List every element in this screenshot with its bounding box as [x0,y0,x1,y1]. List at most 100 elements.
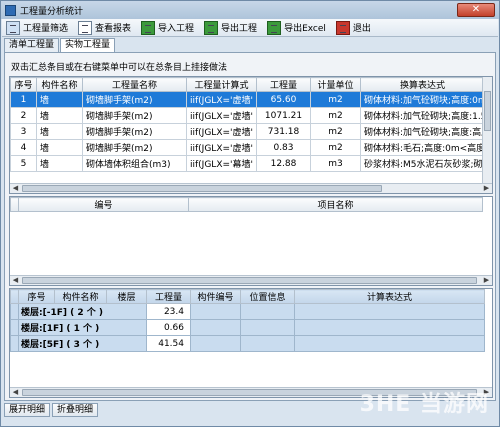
row-header-corner [10,197,19,212]
col-header-component[interactable]: 构件名称 [54,289,107,304]
cell-formula: iif(JGLX='幕墙' o [186,155,257,172]
export-button[interactable]: 导出工程 [204,20,257,36]
cell-quantity: 65.60 [256,91,311,108]
cell-index: 2 [10,107,37,124]
col-header-floor[interactable]: 楼层 [106,289,147,304]
cell-component-code [190,303,241,320]
exit-label: 退出 [352,24,371,34]
col-header-quantity-name[interactable]: 工程量名称 [82,77,187,92]
col-header-quantity[interactable]: 工程量 [146,289,191,304]
cell-unit: m2 [310,91,361,108]
cell-location [240,335,295,352]
col-header-unit[interactable]: 计量单位 [310,77,361,92]
quantity-grid-header: 序号 构件名称 工程量名称 工程量计算式 工程量 计量单位 换算表达式 [10,77,485,92]
scroll-left-icon[interactable]: ◀ [11,276,20,285]
item-grid-hscroll[interactable]: ◀ ▶ [10,275,492,285]
scroll-right-icon[interactable]: ▶ [482,184,491,193]
cell-quantity: 731.18 [256,123,311,140]
close-button[interactable]: ✕ [457,3,495,17]
cell-expression [294,335,485,352]
table-row[interactable]: 4 墙 砌墙脚手架(m2) iif(JGLX='虚墙' o 0.83 m2 砌体… [10,139,485,156]
tab-physical-quantity[interactable]: 实物工程量 [60,38,116,52]
cell-component: 墙 [36,139,83,156]
col-header-index[interactable]: 序号 [18,289,55,304]
hint-text: 双击汇总条目或在右键菜单中可以在总条目上挂接做法 [11,63,228,73]
import-label: 导入工程 [158,24,195,34]
cell-conversion: 砌体材料:加气砼砌块;高度:高度> [360,123,485,140]
quantity-grid-hscroll[interactable]: ◀ ▶ [10,183,492,193]
report-button[interactable]: 查看报表 [78,20,131,36]
row-indicator [10,319,19,336]
exit-icon [335,20,350,35]
excel-icon [267,20,282,35]
table-row[interactable]: 3 墙 砌墙脚手架(m2) iif(JGLX='虚墙' o 731.18 m2 … [10,123,485,140]
floor-group-quantity: 41.54 [146,335,191,352]
report-label: 查看报表 [95,24,132,34]
cell-index: 4 [10,139,37,156]
export-label: 导出工程 [221,24,258,34]
vscroll-thumb[interactable] [484,91,491,131]
item-grid: 编号 项目名称 ◀ ▶ [9,196,493,286]
hscroll-thumb[interactable] [22,277,477,284]
cell-conversion: 砌体材料:加气砼砌块;高度:0m< [360,91,485,108]
floor-detail-grid: 序号 构件名称 楼层 工程量 构件编号 位置信息 计算表达式 楼层:[-1F] … [9,288,493,398]
cell-formula: iif(JGLX='虚墙' o [186,139,257,156]
row-indicator [10,335,19,352]
floor-grid-header: 序号 构件名称 楼层 工程量 构件编号 位置信息 计算表达式 [10,289,485,304]
cell-component: 墙 [36,155,83,172]
col-header-index[interactable]: 序号 [10,77,37,92]
cell-quantity: 1071.21 [256,107,311,124]
table-row[interactable]: 2 墙 砌墙脚手架(m2) iif(JGLX='虚墙' o 1071.21 m2… [10,107,485,124]
cell-component-code [190,335,241,352]
cell-quantity-name: 砌体墙体积组合(m3) [82,155,187,172]
col-header-component[interactable]: 构件名称 [36,77,83,92]
col-header-project-name[interactable]: 项目名称 [188,197,483,212]
col-header-location[interactable]: 位置信息 [240,289,295,304]
title-bar: 工程量分析统计 ✕ [1,1,499,19]
tab-bill-quantity[interactable]: 清单工程量 [4,38,60,52]
floor-group-row[interactable]: 楼层:[-1F] ( 2 个 ) 23.4 [10,303,485,320]
cell-component: 墙 [36,91,83,108]
cell-quantity: 12.88 [256,155,311,172]
expand-details-button[interactable]: 展开明细 [4,403,51,417]
col-header-quantity[interactable]: 工程量 [256,77,311,92]
floor-group-row[interactable]: 楼层:[5F] ( 3 个 ) 41.54 [10,335,485,352]
scroll-left-icon[interactable]: ◀ [11,184,20,193]
toolbar: 工程量筛选 查看报表 导入工程 导出工程 导出Excel 退出 [2,19,498,37]
floor-group-label: 楼层:[-1F] ( 2 个 ) [18,303,147,320]
cell-index: 5 [10,155,37,172]
app-icon [5,4,16,16]
cell-quantity-name: 砌墙脚手架(m2) [82,139,187,156]
col-header-formula[interactable]: 工程量计算式 [186,77,257,92]
col-header-code[interactable]: 编号 [18,197,189,212]
cell-component-code [190,319,241,336]
cell-quantity-name: 砌墙脚手架(m2) [82,107,187,124]
window-title: 工程量分析统计 [20,6,84,17]
hscroll-thumb[interactable] [22,185,382,192]
quantity-grid: 序号 构件名称 工程量名称 工程量计算式 工程量 计量单位 换算表达式 1 墙 … [9,76,493,194]
table-row[interactable]: 1 墙 砌墙脚手架(m2) iif(JGLX='虚墙' o 65.60 m2 砌… [10,91,485,108]
cell-unit: m2 [310,123,361,140]
col-header-expression[interactable]: 计算表达式 [294,289,485,304]
exit-button[interactable]: 退出 [335,20,371,36]
col-header-conversion[interactable]: 换算表达式 [360,77,485,92]
cell-component: 墙 [36,123,83,140]
filter-button[interactable]: 工程量筛选 [6,20,68,36]
table-row[interactable]: 5 墙 砌体墙体积组合(m3) iif(JGLX='幕墙' o 12.88 m3… [10,155,485,172]
cell-unit: m2 [310,107,361,124]
report-icon [78,20,93,35]
collapse-details-button[interactable]: 折叠明细 [52,403,99,417]
cell-formula: iif(JGLX='虚墙' o [186,123,257,140]
cell-component: 墙 [36,107,83,124]
cell-conversion: 砌体材料:毛石;高度:0m<高度<= [360,139,485,156]
import-button[interactable]: 导入工程 [141,20,194,36]
cell-quantity-name: 砌墙脚手架(m2) [82,123,187,140]
scroll-right-icon[interactable]: ▶ [482,276,491,285]
floor-group-row[interactable]: 楼层:[1F] ( 1 个 ) 0.66 [10,319,485,336]
filter-label: 工程量筛选 [23,24,69,34]
quantity-grid-vscroll[interactable] [482,77,492,183]
export-excel-button[interactable]: 导出Excel [267,20,326,36]
scroll-left-icon[interactable]: ◀ [11,388,20,397]
cell-index: 1 [10,91,37,108]
col-header-component-code[interactable]: 构件编号 [190,289,241,304]
